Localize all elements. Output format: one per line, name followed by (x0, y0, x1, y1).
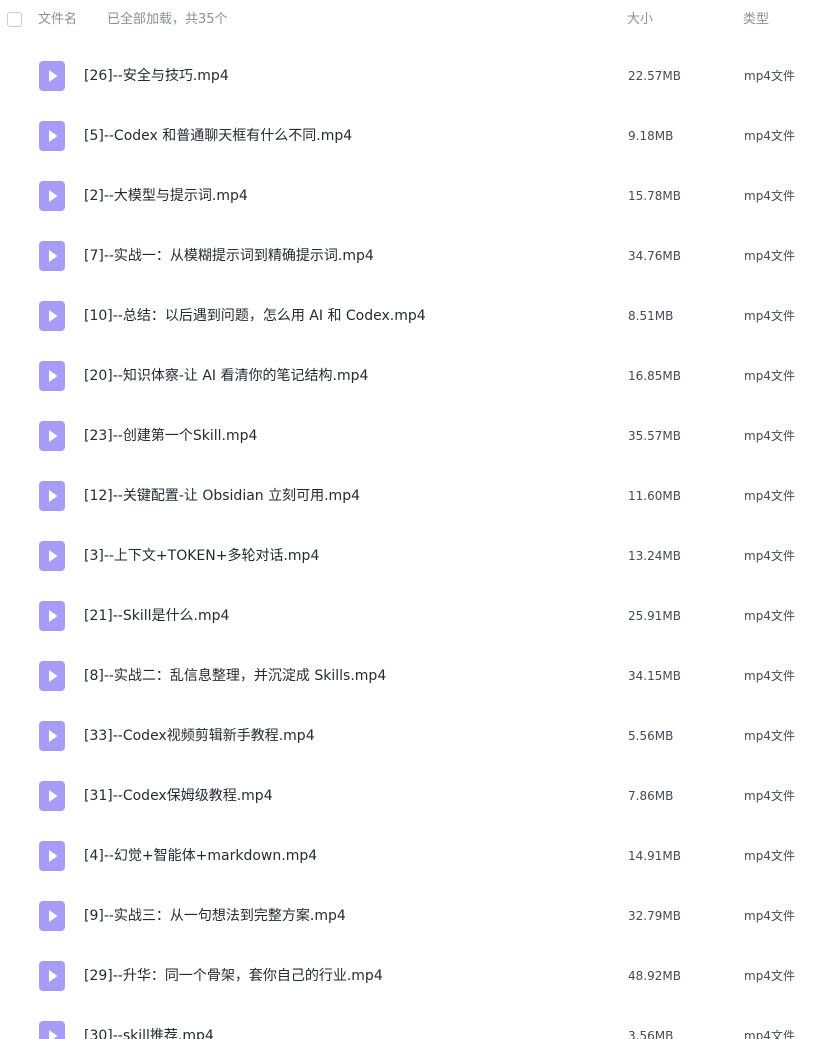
file-row[interactable]: [20]--知识体察-让 AI 看清你的笔记结构.mp4 16.85MB mp4文件 (0, 346, 820, 406)
video-file-icon (39, 361, 65, 391)
video-file-icon (39, 601, 65, 631)
video-file-icon (39, 301, 65, 331)
file-row[interactable]: [26]--安全与技巧.mp4 22.57MB mp4文件 (0, 46, 820, 106)
file-row[interactable]: [23]--创建第一个Skill.mp4 35.57MB mp4文件 (0, 406, 820, 466)
file-name[interactable]: [4]--幻觉+智能体+markdown.mp4 (84, 847, 317, 865)
file-name[interactable]: [23]--创建第一个Skill.mp4 (84, 427, 257, 445)
file-size: 25.91MB (628, 609, 681, 623)
file-size: 3.56MB (628, 1029, 674, 1039)
video-file-icon (39, 241, 65, 271)
column-header-name[interactable]: 文件名 (38, 12, 77, 28)
file-name[interactable]: [5]--Codex 和普通聊天框有什么不同.mp4 (84, 127, 352, 145)
file-size: 5.56MB (628, 729, 674, 743)
file-type: mp4文件 (744, 489, 795, 503)
file-row[interactable]: [21]--Skill是什么.mp4 25.91MB mp4文件 (0, 586, 820, 646)
column-header-type[interactable]: 类型 (743, 12, 769, 28)
file-row[interactable]: [9]--实战三：从一句想法到完整方案.mp4 32.79MB mp4文件 (0, 886, 820, 946)
file-type: mp4文件 (744, 849, 795, 863)
file-row[interactable]: [10]--总结：以后遇到问题，怎么用 AI 和 Codex.mp4 8.51MB… (0, 286, 820, 346)
file-row[interactable]: [7]--实战一：从模糊提示词到精确提示词.mp4 34.76MB mp4文件 (0, 226, 820, 286)
file-name[interactable]: [21]--Skill是什么.mp4 (84, 607, 229, 625)
column-header-size[interactable]: 大小 (627, 12, 653, 28)
file-name[interactable]: [9]--实战三：从一句想法到完整方案.mp4 (84, 907, 346, 925)
file-type: mp4文件 (744, 969, 795, 983)
file-row[interactable]: [8]--实战二：乱信息整理，并沉淀成 Skills.mp4 34.15MB mp4… (0, 646, 820, 706)
file-size: 22.57MB (628, 69, 681, 83)
file-size: 32.79MB (628, 909, 681, 923)
video-file-icon (39, 481, 65, 511)
video-file-icon (39, 121, 65, 151)
file-name[interactable]: [31]--Codex保姆级教程.mp4 (84, 787, 273, 805)
file-name[interactable]: [10]--总结：以后遇到问题，怎么用 AI 和 Codex.mp4 (84, 307, 426, 325)
file-name[interactable]: [8]--实战二：乱信息整理，并沉淀成 Skills.mp4 (84, 667, 386, 685)
file-type: mp4文件 (744, 1029, 795, 1039)
file-type: mp4文件 (744, 309, 795, 323)
file-type: mp4文件 (744, 729, 795, 743)
file-row[interactable]: [30]--skill推荐.mp4 3.56MB mp4文件 (0, 1006, 820, 1039)
file-name[interactable]: [30]--skill推荐.mp4 (84, 1027, 214, 1039)
file-type: mp4文件 (744, 549, 795, 563)
file-name[interactable]: [26]--安全与技巧.mp4 (84, 67, 229, 85)
file-type: mp4文件 (744, 429, 795, 443)
file-type: mp4文件 (744, 249, 795, 263)
video-file-icon (39, 1021, 65, 1039)
file-size: 34.76MB (628, 249, 681, 263)
file-name[interactable]: [33]--Codex视频剪辑新手教程.mp4 (84, 727, 315, 745)
file-name[interactable]: [20]--知识体察-让 AI 看清你的笔记结构.mp4 (84, 367, 368, 385)
file-type: mp4文件 (744, 669, 795, 683)
file-row[interactable]: [33]--Codex视频剪辑新手教程.mp4 5.56MB mp4文件 (0, 706, 820, 766)
video-file-icon (39, 541, 65, 571)
video-file-icon (39, 901, 65, 931)
file-type: mp4文件 (744, 909, 795, 923)
file-name[interactable]: [7]--实战一：从模糊提示词到精确提示词.mp4 (84, 247, 374, 265)
file-size: 34.15MB (628, 669, 681, 683)
file-name[interactable]: [2]--大模型与提示词.mp4 (84, 187, 248, 205)
file-type: mp4文件 (744, 609, 795, 623)
file-type: mp4文件 (744, 789, 795, 803)
file-name[interactable]: [3]--上下文+TOKEN+多轮对话.mp4 (84, 547, 319, 565)
file-row[interactable]: [2]--大模型与提示词.mp4 15.78MB mp4文件 (0, 166, 820, 226)
video-file-icon (39, 721, 65, 751)
file-size: 11.60MB (628, 489, 681, 503)
file-size: 48.92MB (628, 969, 681, 983)
file-size: 9.18MB (628, 129, 674, 143)
file-type: mp4文件 (744, 69, 795, 83)
file-row[interactable]: [5]--Codex 和普通聊天框有什么不同.mp4 9.18MB mp4文件 (0, 106, 820, 166)
file-size: 13.24MB (628, 549, 681, 563)
file-name[interactable]: [12]--关键配置-让 Obsidian 立刻可用.mp4 (84, 487, 360, 505)
video-file-icon (39, 421, 65, 451)
load-status: 已全部加载，共35个 (107, 12, 228, 27)
file-row[interactable]: [4]--幻觉+智能体+markdown.mp4 14.91MB mp4文件 (0, 826, 820, 886)
file-size: 35.57MB (628, 429, 681, 443)
file-list-header: 文件名 已全部加载，共35个 大小 类型 (0, 0, 820, 40)
file-row[interactable]: [3]--上下文+TOKEN+多轮对话.mp4 13.24MB mp4文件 (0, 526, 820, 586)
select-all-checkbox[interactable] (7, 12, 22, 27)
video-file-icon (39, 841, 65, 871)
file-row[interactable]: [29]--升华：同一个骨架，套你自己的行业.mp4 48.92MB mp4文件 (0, 946, 820, 1006)
video-file-icon (39, 661, 65, 691)
file-type: mp4文件 (744, 129, 795, 143)
video-file-icon (39, 181, 65, 211)
file-name[interactable]: [29]--升华：同一个骨架，套你自己的行业.mp4 (84, 967, 383, 985)
file-type: mp4文件 (744, 189, 795, 203)
video-file-icon (39, 961, 65, 991)
video-file-icon (39, 781, 65, 811)
file-size: 8.51MB (628, 309, 674, 323)
file-size: 7.86MB (628, 789, 674, 803)
file-row[interactable]: [31]--Codex保姆级教程.mp4 7.86MB mp4文件 (0, 766, 820, 826)
file-row[interactable]: [12]--关键配置-让 Obsidian 立刻可用.mp4 11.60MB mp4… (0, 466, 820, 526)
file-size: 14.91MB (628, 849, 681, 863)
file-size: 16.85MB (628, 369, 681, 383)
file-list: [26]--安全与技巧.mp4 22.57MB mp4文件 [5]--Codex 和普… (0, 46, 820, 1039)
file-type: mp4文件 (744, 369, 795, 383)
file-size: 15.78MB (628, 189, 681, 203)
video-file-icon (39, 61, 65, 91)
